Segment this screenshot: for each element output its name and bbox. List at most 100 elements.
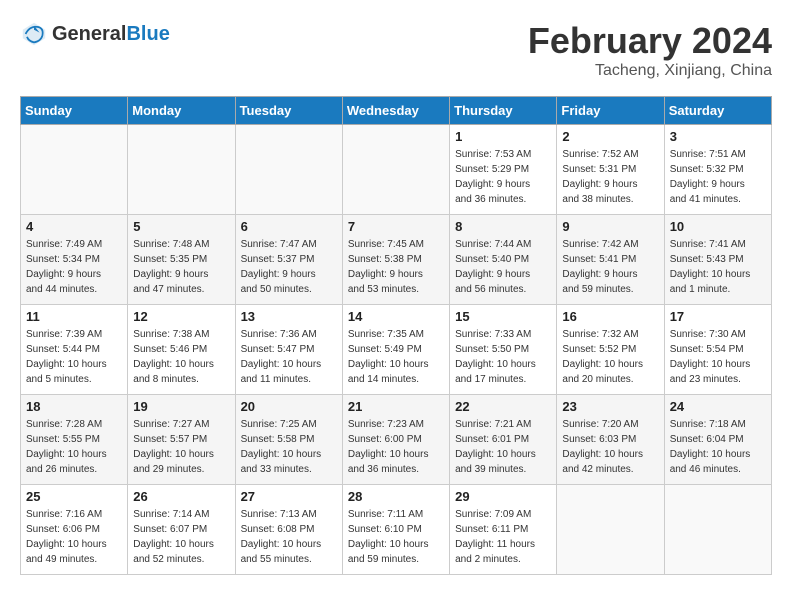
- calendar-cell: 22 Sunrise: 7:21 AM Sunset: 6:01 PM Dayli…: [450, 395, 557, 485]
- day-number: 16: [562, 309, 658, 324]
- calendar-cell: 20 Sunrise: 7:25 AM Sunset: 5:58 PM Dayli…: [235, 395, 342, 485]
- day-info: Sunrise: 7:51 AM Sunset: 5:32 PM Dayligh…: [670, 147, 766, 207]
- calendar-week-row: 1Sunrise: 7:53 AM Sunset: 5:29 PM Daylig…: [21, 125, 772, 215]
- day-info: Sunrise: 7:47 AM Sunset: 5:37 PM Dayligh…: [241, 237, 337, 297]
- day-info: Sunrise: 7:52 AM Sunset: 5:31 PM Dayligh…: [562, 147, 658, 207]
- logo-icon: [20, 20, 48, 48]
- day-number: 6: [241, 219, 337, 234]
- day-header-wednesday: Wednesday: [342, 97, 449, 125]
- calendar-week-row: 4 Sunrise: 7:49 AM Sunset: 5:34 PM Daylig…: [21, 215, 772, 305]
- day-number: 25: [26, 489, 122, 504]
- day-info: Sunrise: 7:14 AM Sunset: 6:07 PM Dayligh…: [133, 507, 229, 567]
- calendar-cell: 17 Sunrise: 7:30 AM Sunset: 5:54 PM Dayli…: [664, 305, 771, 395]
- day-info: Sunrise: 7:11 AM Sunset: 6:10 PM Dayligh…: [348, 507, 444, 567]
- calendar-cell: 18 Sunrise: 7:28 AM Sunset: 5:55 PM Dayli…: [21, 395, 128, 485]
- calendar-cell: 13 Sunrise: 7:36 AM Sunset: 5:47 PM Dayli…: [235, 305, 342, 395]
- day-info: Sunrise: 7:38 AM Sunset: 5:46 PM Dayligh…: [133, 327, 229, 387]
- location: Tacheng, Xinjiang, China: [528, 62, 772, 80]
- day-header-thursday: Thursday: [450, 97, 557, 125]
- calendar-cell: 23Sunrise: 7:20 AM Sunset: 6:03 PM Dayli…: [557, 395, 664, 485]
- calendar-cell: 7 Sunrise: 7:45 AM Sunset: 5:38 PM Daylig…: [342, 215, 449, 305]
- calendar-cell: 15Sunrise: 7:33 AM Sunset: 5:50 PM Dayli…: [450, 305, 557, 395]
- calendar-cell: 8 Sunrise: 7:44 AM Sunset: 5:40 PM Daylig…: [450, 215, 557, 305]
- logo-general: General: [52, 23, 126, 45]
- calendar-cell: 5 Sunrise: 7:48 AM Sunset: 5:35 PM Daylig…: [128, 215, 235, 305]
- calendar-table: SundayMondayTuesdayWednesdayThursdayFrid…: [20, 96, 772, 575]
- day-info: Sunrise: 7:13 AM Sunset: 6:08 PM Dayligh…: [241, 507, 337, 567]
- day-info: Sunrise: 7:41 AM Sunset: 5:43 PM Dayligh…: [670, 237, 766, 297]
- day-info: Sunrise: 7:36 AM Sunset: 5:47 PM Dayligh…: [241, 327, 337, 387]
- logo-blue: Blue: [126, 23, 169, 45]
- calendar-cell: 26 Sunrise: 7:14 AM Sunset: 6:07 PM Dayli…: [128, 485, 235, 575]
- calendar-cell: 3 Sunrise: 7:51 AM Sunset: 5:32 PM Daylig…: [664, 125, 771, 215]
- calendar-cell: 21Sunrise: 7:23 AM Sunset: 6:00 PM Dayli…: [342, 395, 449, 485]
- day-number: 7: [348, 219, 444, 234]
- day-info: Sunrise: 7:45 AM Sunset: 5:38 PM Dayligh…: [348, 237, 444, 297]
- day-number: 22: [455, 399, 551, 414]
- calendar-cell: [557, 485, 664, 575]
- day-header-saturday: Saturday: [664, 97, 771, 125]
- calendar-cell: [342, 125, 449, 215]
- day-info: Sunrise: 7:44 AM Sunset: 5:40 PM Dayligh…: [455, 237, 551, 297]
- calendar-cell: 1Sunrise: 7:53 AM Sunset: 5:29 PM Daylig…: [450, 125, 557, 215]
- calendar-cell: [21, 125, 128, 215]
- day-header-friday: Friday: [557, 97, 664, 125]
- calendar-cell: 11Sunrise: 7:39 AM Sunset: 5:44 PM Dayli…: [21, 305, 128, 395]
- day-number: 18: [26, 399, 122, 414]
- calendar-cell: [235, 125, 342, 215]
- calendar-week-row: 11Sunrise: 7:39 AM Sunset: 5:44 PM Dayli…: [21, 305, 772, 395]
- day-number: 12: [133, 309, 229, 324]
- day-info: Sunrise: 7:28 AM Sunset: 5:55 PM Dayligh…: [26, 417, 122, 477]
- day-number: 15: [455, 309, 551, 324]
- day-number: 5: [133, 219, 229, 234]
- day-header-sunday: Sunday: [21, 97, 128, 125]
- day-number: 21: [348, 399, 444, 414]
- calendar-cell: 29 Sunrise: 7:09 AM Sunset: 6:11 PM Dayli…: [450, 485, 557, 575]
- calendar-cell: [128, 125, 235, 215]
- calendar-week-row: 18 Sunrise: 7:28 AM Sunset: 5:55 PM Dayli…: [21, 395, 772, 485]
- day-number: 13: [241, 309, 337, 324]
- day-number: 9: [562, 219, 658, 234]
- day-number: 3: [670, 129, 766, 144]
- day-number: 1: [455, 129, 551, 144]
- day-info: Sunrise: 7:27 AM Sunset: 5:57 PM Dayligh…: [133, 417, 229, 477]
- calendar-cell: 2 Sunrise: 7:52 AM Sunset: 5:31 PM Daylig…: [557, 125, 664, 215]
- logo-text: GeneralBlue: [52, 23, 170, 46]
- day-info: Sunrise: 7:42 AM Sunset: 5:41 PM Dayligh…: [562, 237, 658, 297]
- day-header-tuesday: Tuesday: [235, 97, 342, 125]
- logo: GeneralBlue: [20, 20, 170, 48]
- day-number: 4: [26, 219, 122, 234]
- day-number: 20: [241, 399, 337, 414]
- calendar-week-row: 25 Sunrise: 7:16 AM Sunset: 6:06 PM Dayli…: [21, 485, 772, 575]
- calendar-header-row: SundayMondayTuesdayWednesdayThursdayFrid…: [21, 97, 772, 125]
- title-block: February 2024 Tacheng, Xinjiang, China: [528, 20, 772, 80]
- day-number: 24: [670, 399, 766, 414]
- day-number: 8: [455, 219, 551, 234]
- calendar-cell: 28 Sunrise: 7:11 AM Sunset: 6:10 PM Dayli…: [342, 485, 449, 575]
- day-info: Sunrise: 7:49 AM Sunset: 5:34 PM Dayligh…: [26, 237, 122, 297]
- day-info: Sunrise: 7:35 AM Sunset: 5:49 PM Dayligh…: [348, 327, 444, 387]
- day-number: 2: [562, 129, 658, 144]
- day-number: 29: [455, 489, 551, 504]
- calendar-cell: 4 Sunrise: 7:49 AM Sunset: 5:34 PM Daylig…: [21, 215, 128, 305]
- calendar-cell: 19 Sunrise: 7:27 AM Sunset: 5:57 PM Dayli…: [128, 395, 235, 485]
- day-number: 23: [562, 399, 658, 414]
- day-info: Sunrise: 7:25 AM Sunset: 5:58 PM Dayligh…: [241, 417, 337, 477]
- day-info: Sunrise: 7:16 AM Sunset: 6:06 PM Dayligh…: [26, 507, 122, 567]
- day-number: 19: [133, 399, 229, 414]
- calendar-cell: 12 Sunrise: 7:38 AM Sunset: 5:46 PM Dayli…: [128, 305, 235, 395]
- month-title: February 2024: [528, 20, 772, 62]
- day-info: Sunrise: 7:18 AM Sunset: 6:04 PM Dayligh…: [670, 417, 766, 477]
- day-number: 17: [670, 309, 766, 324]
- day-info: Sunrise: 7:30 AM Sunset: 5:54 PM Dayligh…: [670, 327, 766, 387]
- day-info: Sunrise: 7:21 AM Sunset: 6:01 PM Dayligh…: [455, 417, 551, 477]
- day-number: 28: [348, 489, 444, 504]
- calendar-cell: 16Sunrise: 7:32 AM Sunset: 5:52 PM Dayli…: [557, 305, 664, 395]
- calendar-cell: 27 Sunrise: 7:13 AM Sunset: 6:08 PM Dayli…: [235, 485, 342, 575]
- day-number: 27: [241, 489, 337, 504]
- day-info: Sunrise: 7:09 AM Sunset: 6:11 PM Dayligh…: [455, 507, 551, 567]
- day-header-monday: Monday: [128, 97, 235, 125]
- day-number: 26: [133, 489, 229, 504]
- calendar-cell: 14Sunrise: 7:35 AM Sunset: 5:49 PM Dayli…: [342, 305, 449, 395]
- day-info: Sunrise: 7:48 AM Sunset: 5:35 PM Dayligh…: [133, 237, 229, 297]
